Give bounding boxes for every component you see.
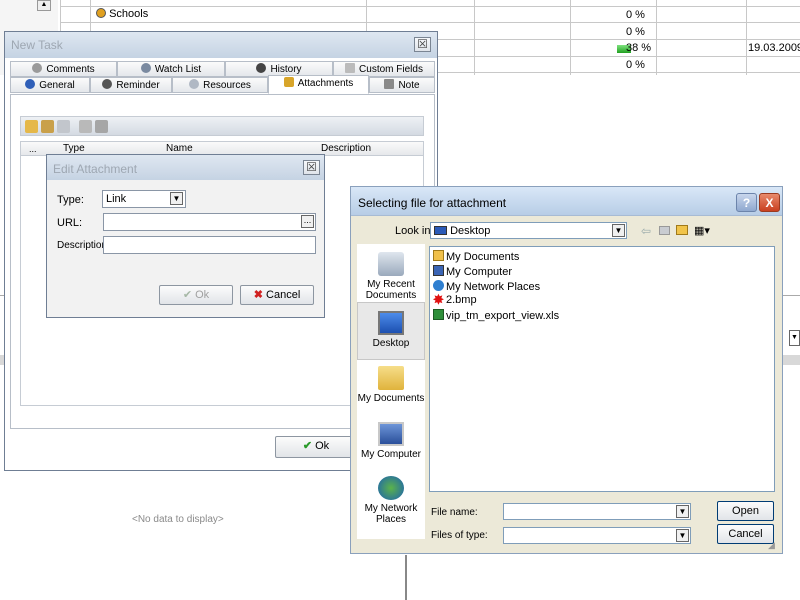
dialog-ok-button[interactable]: ✔ Ok	[159, 285, 233, 305]
url-label: URL:	[57, 217, 83, 229]
grid-header-type[interactable]: Type	[63, 143, 85, 154]
files-of-type-select[interactable]: ▼	[503, 527, 691, 544]
open-button[interactable]: Open	[717, 501, 774, 521]
new-folder-icon[interactable]	[676, 225, 688, 235]
date-cell: 19.03.2009	[748, 42, 800, 54]
tab-attachments[interactable]: Attachments	[268, 75, 369, 94]
place-desktop[interactable]: Desktop	[357, 302, 425, 360]
files-of-type-label: Files of type:	[431, 530, 488, 541]
percent-cell: 0 %	[626, 26, 645, 38]
window-title: New Task	[11, 38, 63, 52]
browse-button[interactable]: ...	[301, 215, 314, 228]
tab-reminder[interactable]: Reminder	[90, 77, 172, 93]
dialog-cancel-button[interactable]: ✖ Cancel	[240, 285, 314, 305]
desktop-icon	[378, 311, 404, 335]
place-my-documents[interactable]: My Documents	[357, 366, 425, 404]
percent-cell: 38 %	[626, 42, 652, 54]
watch-list-icon	[140, 63, 151, 73]
schools-row[interactable]: Schools	[96, 8, 148, 20]
chevron-down-icon[interactable]: ▼	[170, 192, 183, 205]
file-item[interactable]: vip_tm_export_view.xls	[433, 309, 559, 322]
computer-icon	[433, 265, 444, 276]
general-icon	[25, 79, 36, 89]
place-network-places[interactable]: My Network Places	[357, 476, 425, 525]
attachments-toolbar	[20, 116, 424, 136]
cancel-button[interactable]: Cancel	[717, 524, 774, 544]
edit-attachment-titlebar[interactable]: Edit Attachment ☒	[47, 155, 324, 180]
file-item[interactable]: My Computer	[433, 265, 512, 278]
save-attachment-icon[interactable]	[95, 120, 108, 133]
task-ok-button[interactable]: ✔ Ok	[275, 436, 357, 458]
close-button[interactable]: X	[759, 193, 780, 212]
look-in-select[interactable]: Desktop ▼	[430, 222, 627, 239]
reminder-icon	[102, 79, 113, 89]
history-icon	[256, 63, 267, 73]
help-button[interactable]: ?	[736, 193, 757, 212]
new-task-titlebar[interactable]: New Task ☒	[5, 32, 437, 58]
dialog-title: Selecting file for attachment	[358, 196, 507, 210]
place-recent-documents[interactable]: My Recent Documents	[357, 252, 425, 301]
close-button[interactable]: ☒	[414, 37, 431, 52]
custom-fields-icon	[345, 63, 356, 73]
back-icon[interactable]: ⇦	[641, 224, 651, 238]
description-input[interactable]	[103, 236, 316, 254]
comments-icon	[32, 63, 43, 73]
url-input[interactable]: ...	[103, 213, 316, 231]
chevron-down-icon[interactable]: ▼	[612, 224, 625, 237]
percent-cell: 0 %	[626, 9, 645, 21]
network-icon	[433, 280, 444, 291]
open-attachment-icon[interactable]	[79, 120, 92, 133]
file-item[interactable]: ✸ 2.bmp	[433, 292, 477, 307]
close-button[interactable]: ☒	[303, 160, 320, 175]
dialog-title: Edit Attachment	[53, 162, 138, 176]
attachments-icon	[283, 77, 294, 87]
delete-attachment-icon[interactable]	[57, 120, 70, 133]
folder-icon	[433, 250, 444, 261]
grid-header-description[interactable]: Description	[321, 143, 371, 154]
file-dialog-titlebar[interactable]: Selecting file for attachment ? X	[351, 187, 782, 216]
network-places-icon	[378, 476, 404, 500]
file-name-input[interactable]: ▼	[503, 503, 691, 520]
edit-attachment-icon[interactable]	[41, 120, 54, 133]
percent-cell: 0 %	[626, 59, 645, 71]
up-folder-icon[interactable]	[659, 226, 670, 235]
bitmap-icon: ✸	[433, 292, 444, 307]
type-label: Type:	[57, 194, 84, 206]
tab-note[interactable]: Note	[369, 77, 435, 93]
my-computer-icon	[378, 422, 404, 446]
file-item[interactable]: My Documents	[433, 250, 519, 263]
add-attachment-icon[interactable]	[25, 120, 38, 133]
cancel-icon: ✖	[253, 289, 263, 301]
chevron-down-icon[interactable]: ▼	[676, 529, 689, 542]
checkmark-icon: ✔	[182, 289, 193, 301]
excel-icon	[433, 309, 444, 320]
tab-resources[interactable]: Resources	[172, 77, 268, 93]
tab-comments[interactable]: Comments	[10, 61, 117, 77]
desktop-icon	[434, 226, 447, 235]
checkmark-icon: ✔	[302, 440, 313, 452]
no-data-text: <No data to display>	[132, 514, 224, 525]
places-bar: My Recent Documents Desktop My Documents…	[357, 244, 425, 539]
note-icon	[384, 79, 395, 89]
file-item[interactable]: My Network Places	[433, 280, 540, 293]
resources-icon	[189, 79, 200, 89]
recent-documents-icon	[378, 252, 404, 276]
tab-general[interactable]: General	[10, 77, 90, 93]
view-menu-icon[interactable]: ▦▾	[694, 224, 710, 237]
my-documents-icon	[378, 366, 404, 390]
file-name-label: File name:	[431, 507, 478, 518]
place-my-computer[interactable]: My Computer	[357, 422, 425, 460]
project-icon	[96, 8, 106, 18]
tab-watch-list[interactable]: Watch List	[117, 61, 225, 77]
grid-header-dots: ...	[29, 144, 37, 154]
grid-header-name[interactable]: Name	[166, 143, 193, 154]
resize-grip-icon[interactable]: ◢	[768, 540, 775, 551]
description-label: Description:	[57, 240, 110, 251]
edit-attachment-dialog: Edit Attachment ☒ Type: Link ▼ URL: ... …	[46, 154, 325, 318]
chevron-down-icon[interactable]: ▼	[676, 505, 689, 518]
look-in-label: Look in:	[395, 225, 434, 237]
type-select[interactable]: Link ▼	[102, 190, 186, 208]
